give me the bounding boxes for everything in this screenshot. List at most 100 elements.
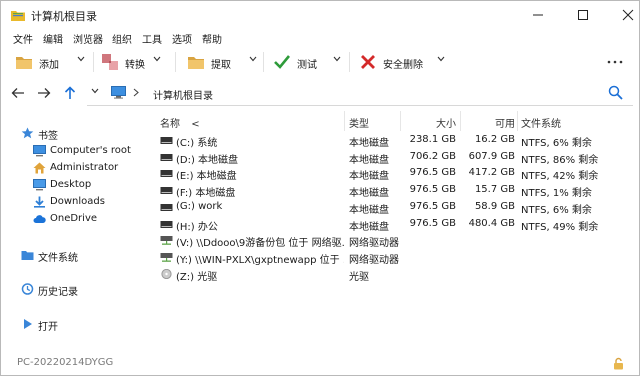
close-button[interactable] — [613, 5, 640, 25]
add-folder-icon — [16, 57, 32, 69]
table-row[interactable]: (C:) 系统 本地磁盘 238.1 GB 16.2 GB NTFS, 6% 剩余 — [156, 132, 634, 149]
network-drive-icon — [160, 236, 173, 245]
convert-button[interactable]: 转换 — [101, 50, 161, 74]
column-header-size[interactable]: 大小 — [406, 115, 456, 130]
minimize-button[interactable] — [523, 5, 553, 25]
computer-icon — [111, 86, 126, 99]
desktop-icon — [33, 179, 46, 191]
row-free: 58.9 GB — [474, 200, 515, 212]
sidebar-item-label: Computer's root — [50, 145, 131, 156]
secure-delete-button[interactable]: 安全删除 — [359, 50, 433, 74]
search-icon[interactable] — [608, 85, 623, 100]
secure-delete-dropdown-chevron-icon[interactable] — [437, 56, 445, 62]
history-icon — [21, 283, 34, 295]
address-bar[interactable]: 计算机根目录 — [87, 81, 633, 106]
table-row[interactable]: (G:) work 本地磁盘 976.5 GB 58.9 GB NTFS, 6% 剩余 — [156, 199, 634, 216]
convert-label: 转换 — [125, 60, 145, 71]
row-free: 607.9 GB — [468, 150, 515, 162]
drive-icon — [160, 187, 173, 195]
sidebar-history-label: 历史记录 — [38, 287, 78, 298]
title-bar: 计算机根目录 — [1, 1, 639, 30]
column-header-free[interactable]: 可用 — [466, 115, 515, 130]
menu-options[interactable]: 选项 — [172, 31, 192, 46]
back-arrow-icon[interactable] — [11, 86, 25, 100]
sidebar-open-label: 打开 — [38, 322, 58, 333]
red-x-icon — [361, 55, 375, 69]
row-name: (F:) 本地磁盘 — [176, 188, 236, 200]
sort-indicator: < — [191, 119, 200, 130]
folder-icon — [21, 251, 34, 260]
window-title: 计算机根目录 — [31, 10, 97, 23]
sidebar-item-label: Desktop — [50, 179, 92, 190]
history-dropdown-chevron-icon[interactable] — [91, 88, 99, 94]
menu-edit[interactable]: 编辑 — [43, 31, 63, 46]
table-row[interactable]: (H:) 办公 本地磁盘 976.5 GB 480.4 GB NTFS, 49% 剩余 — [156, 216, 634, 233]
table-row[interactable]: (E:) 本地磁盘 本地磁盘 976.5 GB 417.2 GB NTFS, 42% 剩… — [156, 165, 634, 183]
convert-dropdown-chevron-icon[interactable] — [153, 56, 161, 62]
row-name: (G:) work — [176, 200, 223, 212]
table-row[interactable]: (F:) 本地磁盘 本地磁盘 976.5 GB 15.7 GB NTFS, 1% 剩余 — [156, 182, 634, 200]
forward-arrow-icon[interactable] — [37, 86, 51, 100]
column-separator[interactable] — [344, 111, 345, 131]
row-filesystem: NTFS, 42% 剩余 — [521, 171, 599, 183]
row-name: (V:) \\Ddooo\9游备份包 位于 网络驱... — [176, 238, 344, 250]
row-type: 光驱 — [349, 271, 369, 283]
up-arrow-icon[interactable] — [63, 86, 77, 100]
extract-folder-icon — [188, 57, 204, 69]
more-options-icon[interactable] — [607, 60, 623, 64]
sidebar-item-label: Downloads — [50, 196, 105, 207]
column-separator[interactable] — [517, 111, 518, 131]
row-free: 16.2 GB — [474, 134, 515, 145]
column-separator[interactable] — [400, 111, 401, 131]
download-icon — [34, 196, 45, 208]
status-computer-name: PC-20220214DYGG — [17, 357, 114, 368]
row-filesystem: NTFS, 6% 剩余 — [521, 204, 592, 216]
column-header-name[interactable]: 名称 < — [160, 115, 200, 130]
row-type: 网络驱动器 — [349, 254, 399, 266]
row-filesystem: NTFS, 1% 剩余 — [521, 188, 592, 200]
add-dropdown-chevron-icon[interactable] — [77, 56, 85, 62]
row-free: 480.4 GB — [468, 217, 515, 229]
maximize-button[interactable] — [568, 5, 598, 25]
address-row: 计算机根目录 — [1, 79, 639, 109]
menu-file[interactable]: 文件 — [13, 31, 33, 46]
row-free: 15.7 GB — [474, 184, 515, 196]
status-bar: PC-20220214DYGG — [1, 353, 639, 375]
column-separator[interactable] — [460, 111, 461, 131]
sidebar-item-label: Administrator — [50, 162, 119, 173]
table-row[interactable]: (Z:) 光驱 光驱 — [156, 266, 634, 283]
table-row[interactable]: (V:) \\Ddooo\9游备份包 位于 网络驱... 网络驱动器 — [156, 232, 634, 250]
menu-browser[interactable]: 浏览器 — [73, 31, 103, 46]
table-row[interactable]: (Y:) \\WIN-PXLX\gxptnewapp 位于 ... 网络驱动器 — [156, 249, 634, 266]
play-icon — [24, 319, 32, 329]
test-dropdown-chevron-icon[interactable] — [333, 56, 341, 62]
menu-tools[interactable]: 工具 — [142, 31, 162, 46]
drive-icon — [160, 170, 173, 178]
row-size: 706.2 GB — [409, 150, 456, 162]
row-name: (Y:) \\WIN-PXLX\gxptnewapp 位于 ... — [176, 254, 344, 266]
table-row[interactable]: (D:) 本地磁盘 本地磁盘 706.2 GB 607.9 GB NTFS, 86% 剩… — [156, 149, 634, 166]
address-path: 计算机根目录 — [153, 91, 213, 102]
menu-organize[interactable]: 组织 — [112, 31, 132, 46]
column-header-filesystem[interactable]: 文件系统 — [521, 115, 561, 130]
lock-icon[interactable] — [613, 357, 624, 370]
sidebar-item-label: OneDrive — [50, 213, 98, 224]
extract-button[interactable]: 提取 — [187, 50, 247, 74]
sidebar-bookmarks-label: 书签 — [38, 131, 58, 142]
computer-icon — [33, 145, 46, 157]
column-header-type[interactable]: 类型 — [349, 115, 369, 130]
add-button[interactable]: 添加 — [15, 50, 75, 74]
toolbar-separator — [175, 52, 176, 72]
app-window: 计算机根目录 文件 编辑 浏览器 组织 工具 选项 帮助 添加 转换 提取 测试… — [0, 0, 640, 376]
row-name: (Z:) 光驱 — [176, 271, 218, 283]
drive-icon — [160, 220, 173, 228]
extract-dropdown-chevron-icon[interactable] — [249, 56, 257, 62]
breadcrumb-chevron-icon — [133, 88, 139, 97]
toolbar-separator — [263, 52, 264, 72]
row-type: 网络驱动器 — [349, 238, 399, 250]
menu-help[interactable]: 帮助 — [202, 31, 222, 46]
row-size: 238.1 GB — [409, 134, 456, 145]
test-button[interactable]: 测试 — [273, 50, 327, 74]
check-icon — [274, 55, 291, 69]
star-icon — [21, 127, 34, 139]
